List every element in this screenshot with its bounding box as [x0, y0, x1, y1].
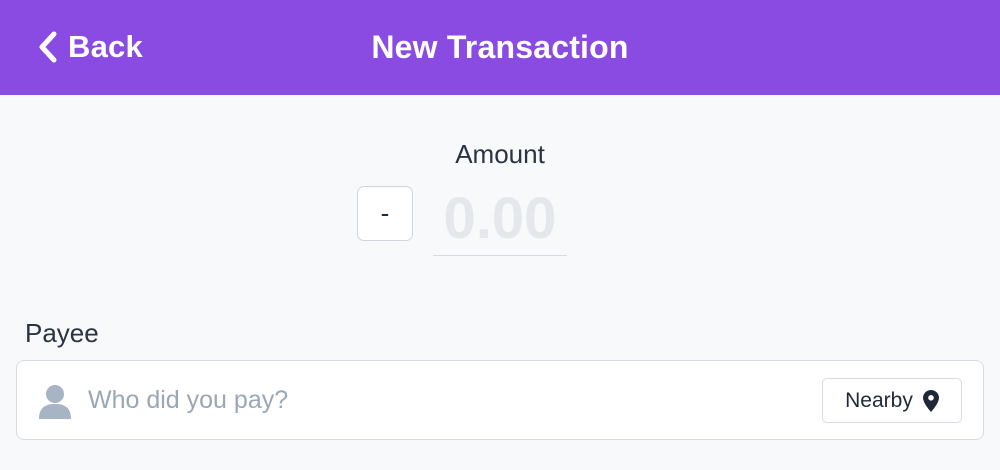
top-app-bar: Back New Transaction	[0, 0, 1000, 95]
amount-input[interactable]	[433, 182, 567, 256]
amount-label: Amount	[455, 139, 545, 169]
payee-input[interactable]	[88, 379, 788, 421]
payee-label: Payee	[25, 318, 99, 348]
back-label: Back	[68, 29, 143, 64]
back-button[interactable]: Back	[36, 27, 143, 67]
map-pin-icon	[922, 389, 939, 412]
nearby-label: Nearby	[845, 388, 913, 412]
sign-toggle-button[interactable]: -	[357, 186, 413, 241]
nearby-button[interactable]: Nearby	[822, 378, 962, 423]
payee-field: Nearby	[16, 360, 984, 440]
page-title: New Transaction	[371, 29, 629, 65]
chevron-left-icon	[39, 31, 57, 63]
person-icon	[39, 385, 71, 419]
